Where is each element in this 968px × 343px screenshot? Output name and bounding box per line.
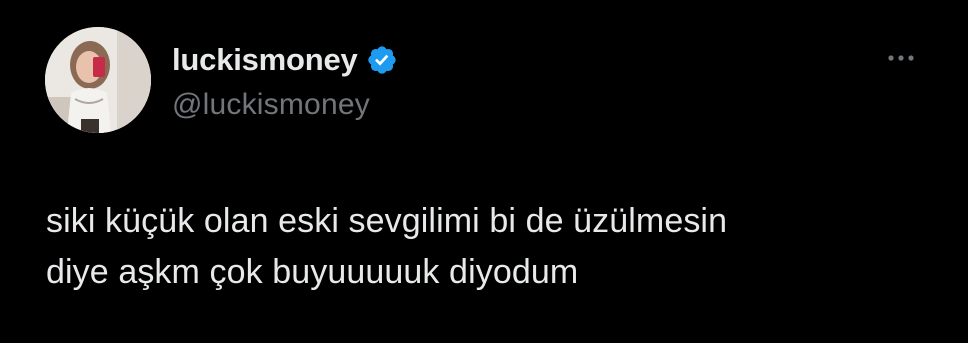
display-name-row: luckismoney: [172, 38, 398, 82]
verified-badge-icon: [366, 44, 398, 76]
more-options-icon[interactable]: [882, 48, 920, 68]
avatar-photo: [45, 27, 151, 133]
handle[interactable]: @luckismoney: [172, 88, 398, 122]
display-name[interactable]: luckismoney: [172, 42, 358, 78]
tweet-card: luckismoney @luckismoney siki küçük olan…: [0, 0, 968, 343]
tweet-text: siki küçük olan eski sevgilimi bi de üzü…: [46, 196, 926, 298]
tweet-text-line: diye aşkm çok buyuuuuuk diyodum: [46, 253, 579, 291]
author-names: luckismoney @luckismoney: [172, 38, 398, 122]
tweet-text-line: siki küçük olan eski sevgilimi bi de üzü…: [46, 202, 728, 240]
avatar[interactable]: [45, 27, 151, 133]
